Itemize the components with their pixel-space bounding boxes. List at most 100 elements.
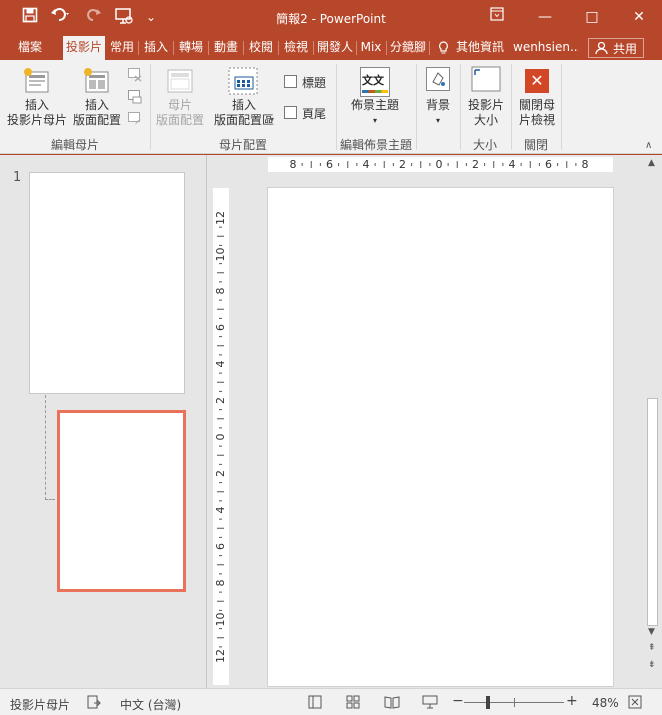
ruler-label: 10 <box>214 248 227 262</box>
minimize-button[interactable]: — <box>530 6 560 28</box>
ribbon: 插入 投影片母片 插入 版面配置 編輯母片 母片 版面配置 插入 版面配置區 ▾… <box>0 60 662 154</box>
ruler-label: 12 <box>214 649 227 663</box>
tab-animations[interactable]: 動畫 <box>211 36 241 60</box>
slide-size-button[interactable]: 投影片 大小 <box>463 64 509 128</box>
scrollbar-thumb[interactable] <box>647 398 658 626</box>
footer-check-label: 頁尾 <box>302 107 327 121</box>
edit-master-group-label: 編輯母片 <box>50 138 99 152</box>
tell-me-box[interactable]: 其他資訊 <box>454 36 506 60</box>
tab-transitions[interactable]: 轉場 <box>176 36 206 60</box>
tab-mix[interactable]: Mix <box>359 36 383 60</box>
title-checkbox[interactable] <box>284 75 297 88</box>
tab-home[interactable]: 常用 <box>107 36 137 60</box>
footer-checkbox[interactable] <box>284 106 297 119</box>
close-master-label-2: 片檢視 <box>518 113 555 127</box>
ruler-label: 2 <box>214 397 227 404</box>
normal-view-icon[interactable] <box>308 695 322 712</box>
window-title: 簡報2 - PowerPoint <box>276 12 386 26</box>
master-layout-icon <box>155 64 205 98</box>
slide-sorter-icon[interactable] <box>346 695 360 712</box>
ruler-label: 6 <box>326 158 333 171</box>
lightbulb-icon <box>438 41 449 58</box>
insert-layout-label-2: 版面配置 <box>72 113 121 127</box>
scroll-down-icon[interactable]: ▼ <box>648 627 655 637</box>
fit-to-window-icon[interactable] <box>628 695 642 712</box>
tab-insert[interactable]: 插入 <box>141 36 171 60</box>
ruler-label: 4 <box>214 361 227 368</box>
zoom-in-button[interactable]: + <box>566 693 578 709</box>
reading-view-icon[interactable] <box>384 695 400 712</box>
view-mode-label: 投影片母片 <box>10 698 71 712</box>
next-slide-icon[interactable]: ⇟ <box>648 660 656 670</box>
zoom-out-button[interactable]: − <box>452 693 464 709</box>
close-group-label: 關閉 <box>523 138 548 152</box>
tab-storyboard[interactable]: 分鏡腳 <box>389 36 427 60</box>
language-label[interactable]: 中文 (台灣) <box>120 696 181 713</box>
placeholder-dropdown-icon[interactable]: ▾ <box>270 115 274 124</box>
vertical-ruler: 12 10 8 6 4 2 0 2 4 6 8 10 12 <box>213 188 229 685</box>
delete-icon[interactable] <box>127 67 142 85</box>
ruler-label: 6 <box>214 543 227 550</box>
slide-size-label-1: 投影片 <box>467 98 504 112</box>
background-button[interactable]: 背景 ▾ <box>420 64 456 128</box>
themes-label: 佈景主題 <box>350 98 399 112</box>
ruler-label: 4 <box>363 158 370 171</box>
previous-slide-icon[interactable]: ⇞ <box>648 643 656 653</box>
rename-icon[interactable] <box>127 89 142 107</box>
connector-line <box>45 395 46 500</box>
slide-number: 1 <box>13 170 22 185</box>
ruler-label: 0 <box>436 158 443 171</box>
master-layout-group-label: 母片配置 <box>218 138 267 152</box>
ribbon-display-options-icon[interactable] <box>482 6 512 28</box>
status-bar: 投影片母片 中文 (台灣) − + 48% <box>0 688 662 715</box>
maximize-button[interactable]: □ <box>577 6 607 28</box>
tab-slide-master[interactable]: 投影片 <box>63 36 105 60</box>
tab-review[interactable]: 校閱 <box>246 36 276 60</box>
background-icon <box>420 64 456 98</box>
close-master-view-button[interactable]: ✕ 關閉母 片檢視 <box>514 64 560 128</box>
zoom-level[interactable]: 48% <box>592 696 619 710</box>
master-thumbnail[interactable] <box>29 172 185 394</box>
title-check-label: 標題 <box>302 76 327 90</box>
edit-theme-group-label: 編輯佈景主題 <box>339 138 412 152</box>
person-icon <box>595 41 608 58</box>
slide-canvas[interactable] <box>267 187 614 687</box>
layout-thumbnail[interactable] <box>57 410 186 592</box>
insert-placeholder-icon <box>207 64 281 98</box>
ruler-label: 6 <box>545 158 552 171</box>
insert-layout-button[interactable]: 插入 版面配置 <box>70 64 124 128</box>
ruler-label: 10 <box>214 613 227 627</box>
slide-show-icon[interactable] <box>422 695 438 712</box>
slide-size-icon <box>463 64 509 98</box>
ruler-label: 2 <box>472 158 479 171</box>
tab-view[interactable]: 檢視 <box>281 36 311 60</box>
master-layout-button[interactable]: 母片 版面配置 <box>155 64 205 128</box>
ruler-label: 4 <box>214 507 227 514</box>
insert-slide-master-label-1: 插入 <box>24 98 49 112</box>
preserve-icon[interactable] <box>127 111 142 129</box>
insert-slide-master-button[interactable]: 插入 投影片母片 <box>6 64 68 128</box>
ruler-label: 12 <box>214 211 227 225</box>
insert-layout-label-1: 插入 <box>84 98 109 112</box>
user-name[interactable]: wenhsien... <box>513 36 579 60</box>
master-layout-label-2: 版面配置 <box>155 113 204 127</box>
tab-file[interactable]: 檔案 <box>8 36 52 60</box>
accessibility-icon[interactable] <box>87 695 101 712</box>
insert-slide-master-label-2: 投影片母片 <box>6 113 67 127</box>
tab-developer[interactable]: 開發人 <box>316 36 354 60</box>
ruler-label: 4 <box>509 158 516 171</box>
scroll-up-icon[interactable]: ▲ <box>648 158 655 168</box>
ruler-label: 8 <box>214 580 227 587</box>
size-group-label: 大小 <box>472 138 497 152</box>
collapse-ribbon-icon[interactable]: ∧ <box>645 140 652 151</box>
zoom-slider-center-mark <box>514 698 515 707</box>
zoom-slider-thumb[interactable] <box>486 696 490 709</box>
ruler-label: 0 <box>214 434 227 441</box>
themes-button[interactable]: 文文 佈景主題 ▾ <box>342 64 408 128</box>
background-label: 背景 <box>425 98 450 112</box>
ruler-label: 2 <box>214 470 227 477</box>
thumbnail-pane: 1 <box>0 155 207 688</box>
share-button[interactable]: 共用 <box>588 38 644 58</box>
close-button[interactable]: ✕ <box>624 6 654 28</box>
slide-size-label-2: 大小 <box>473 113 498 127</box>
